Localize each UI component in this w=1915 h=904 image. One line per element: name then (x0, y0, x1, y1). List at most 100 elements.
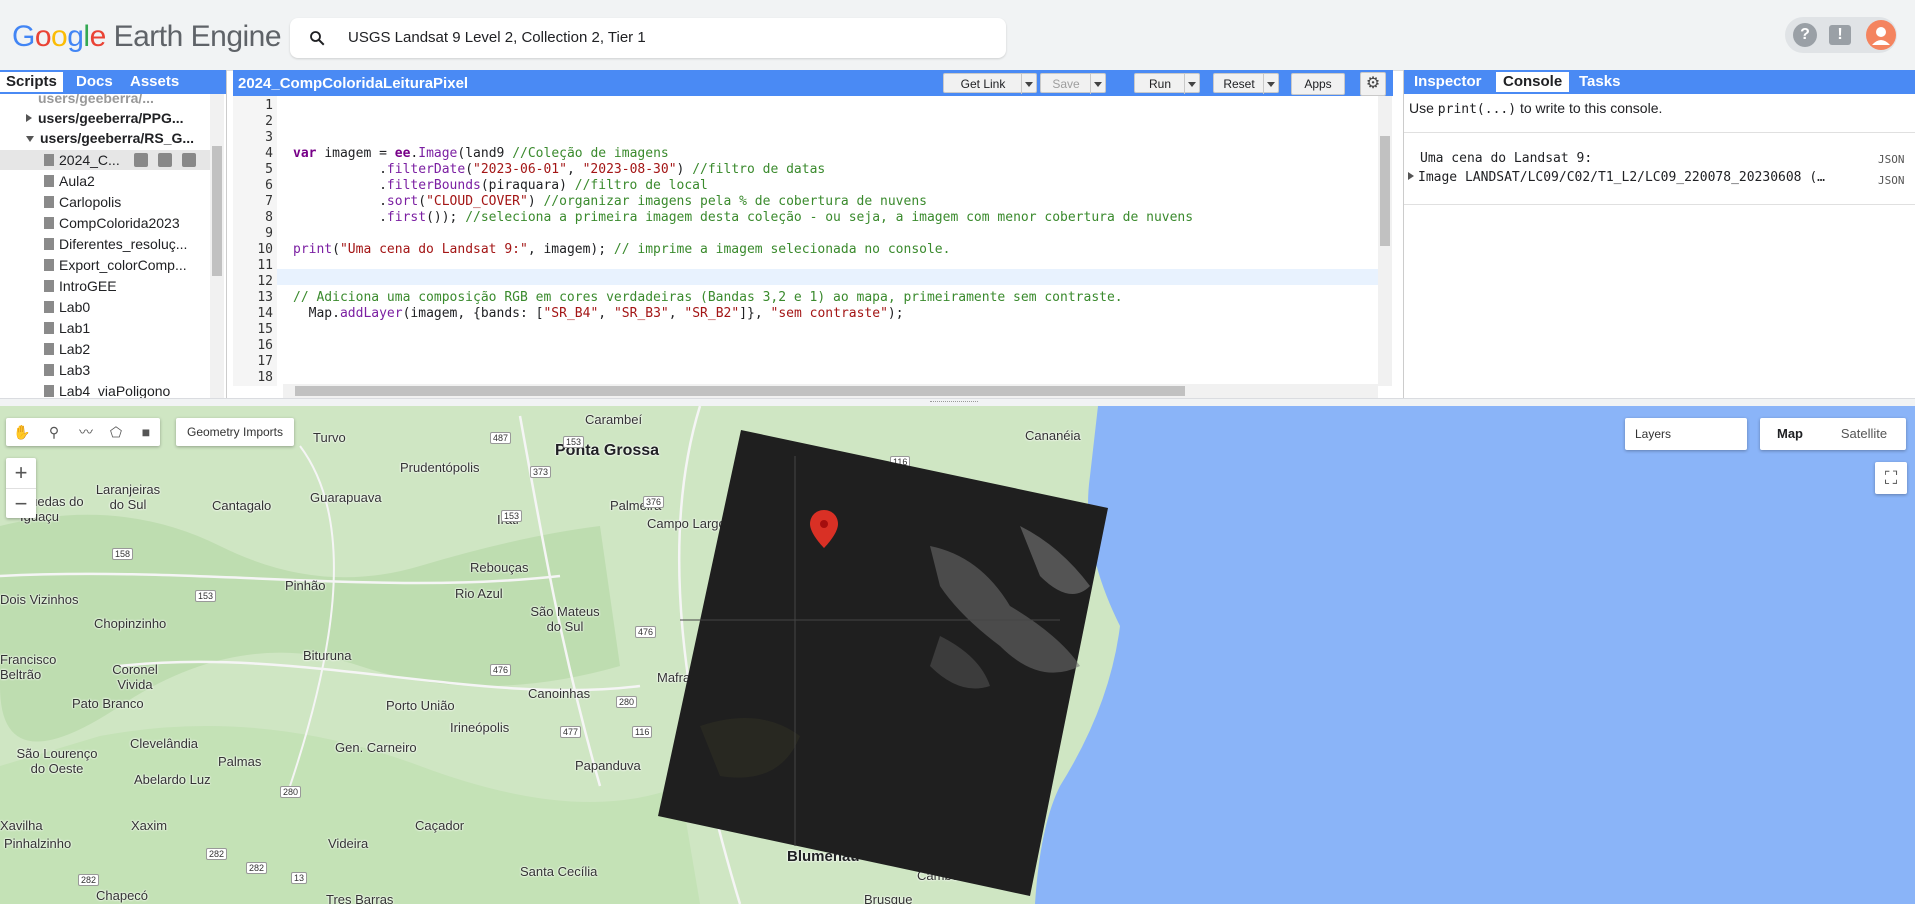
line-number: 18 (257, 370, 273, 385)
help-icon[interactable]: ? (1793, 23, 1817, 47)
apps-button[interactable]: Apps (1291, 73, 1345, 95)
code-line[interactable]: Map.addLayer(imagem, {bands: ["SR_B4", "… (293, 306, 904, 322)
file-icon (44, 343, 54, 355)
feedback-icon[interactable]: ! (1829, 25, 1851, 45)
tab-inspector[interactable]: Inspector (1407, 72, 1489, 92)
tab-docs[interactable]: Docs (70, 72, 119, 92)
script-tree: users/geeberra/... users/geeberra/PPG...… (0, 94, 210, 398)
tree-file[interactable]: CompColorida2023 (44, 213, 180, 233)
landsat-scene-layer (658, 430, 1108, 896)
right-panel-tabs: Inspector Console Tasks (1404, 70, 1915, 94)
tree-file[interactable]: Lab3 (44, 360, 90, 380)
line-number: 6 (265, 178, 273, 193)
file-icon (44, 364, 54, 376)
search-input[interactable]: USGS Landsat 9 Level 2, Collection 2, Ti… (348, 29, 646, 46)
tree-file[interactable]: Export_colorComp... (44, 255, 187, 275)
line-number: 1 (265, 98, 273, 113)
chevron-right-icon[interactable] (1408, 172, 1414, 180)
tab-assets[interactable]: Assets (124, 72, 185, 92)
file-icon (44, 154, 54, 166)
geometry-imports-button[interactable]: Geometry Imports (176, 418, 294, 446)
tree-file[interactable]: IntroGEE (44, 276, 117, 296)
line-number: 10 (257, 242, 273, 257)
tree-folder[interactable]: users/geeberra/PPG... (26, 108, 184, 128)
line-number: 14 (257, 306, 273, 321)
tree-file[interactable]: Carlopolis (44, 192, 121, 212)
console-output-image[interactable]: Image LANDSAT/LC09/C02/T1_L2/LC09_220078… (1408, 170, 1825, 185)
get-link-button[interactable]: Get Link (943, 73, 1037, 94)
tree-folder[interactable]: users/geeberra/... (38, 94, 154, 108)
tab-console[interactable]: Console (1496, 72, 1570, 92)
left-panel-tabs: Scripts Docs Assets (0, 70, 226, 94)
reset-button[interactable]: Reset (1213, 73, 1279, 94)
tree-file[interactable]: Diferentes_resoluç... (44, 234, 187, 254)
chevron-down-icon[interactable] (1090, 74, 1105, 94)
drawing-tools: ✋ ⚲ 〰 ⬠ ■ (6, 418, 160, 446)
tree-file[interactable]: Lab2 (44, 339, 90, 359)
json-link[interactable]: JSON (1878, 174, 1905, 187)
code-line[interactable]: .filterBounds(piraquara) //filtro de loc… (293, 178, 708, 194)
app-header: Google Earth Engine USGS Landsat 9 Level… (0, 0, 1915, 71)
map-type-satellite-button[interactable]: Satellite (1822, 418, 1906, 450)
code-line[interactable]: .filterDate("2023-06-01", "2023-08-30") … (293, 162, 825, 178)
line-number: 17 (257, 354, 273, 369)
google-earth-engine-logo[interactable]: Google Earth Engine (12, 20, 282, 54)
account-avatar[interactable] (1866, 20, 1896, 50)
code-area[interactable]: 1 2 3 4 5 6 7 8 9 10 11 12 13 14 15 16 1… (233, 96, 1378, 386)
map-type-map-button[interactable]: Map (1760, 418, 1820, 450)
tree-file[interactable]: Lab4_viaPoligono (44, 381, 170, 398)
console-hint: Use print(...) to write to this console. (1409, 100, 1663, 117)
editor-vertical-scrollbar[interactable] (1378, 96, 1392, 386)
file-icon (44, 217, 54, 229)
editor-hscroll-thumb[interactable] (295, 386, 1185, 396)
tree-file[interactable]: Lab1 (44, 318, 90, 338)
tree-folder[interactable]: users/geeberra/RS_G... (26, 128, 194, 148)
tab-tasks[interactable]: Tasks (1572, 72, 1627, 92)
tab-scripts[interactable]: Scripts (0, 72, 63, 92)
editor-horizontal-scrollbar[interactable] (283, 384, 1378, 398)
chevron-down-icon[interactable] (1263, 74, 1278, 94)
map-canvas[interactable]: Ponta Grossa Carambeí Turvo Prudentópoli… (0, 406, 1915, 904)
code-line[interactable]: print("Uma cena do Landsat 9:", imagem);… (293, 242, 950, 258)
line-number: 15 (257, 322, 273, 337)
tree-scroll-thumb[interactable] (212, 146, 222, 276)
code-line[interactable]: .first()); //seleciona a primeira imagem… (293, 210, 1193, 226)
point-marker-icon[interactable]: ⚲ (44, 422, 64, 442)
line-draw-icon[interactable]: 〰 (76, 422, 96, 442)
gear-icon[interactable]: ⚙ (1360, 72, 1386, 96)
json-link[interactable]: JSON (1878, 153, 1905, 166)
editor-scroll-thumb[interactable] (1380, 136, 1390, 246)
tree-file[interactable]: Aula2 (44, 171, 95, 191)
run-button[interactable]: Run (1134, 73, 1200, 94)
fullscreen-icon[interactable]: ⛶ (1875, 462, 1907, 494)
zoom-in-button[interactable]: + (6, 458, 36, 488)
delete-icon[interactable] (182, 153, 196, 167)
code-line[interactable]: // Adiciona uma composição RGB em cores … (293, 290, 1123, 306)
tree-file[interactable]: Lab0 (44, 297, 90, 317)
script-title: 2024_CompColoridaLeituraPixel (238, 75, 469, 92)
divider (1404, 204, 1915, 205)
chevron-down-icon[interactable] (1021, 74, 1036, 94)
rectangle-draw-icon[interactable]: ■ (136, 422, 156, 442)
edit-icon[interactable] (158, 153, 172, 167)
person-icon (1872, 27, 1890, 45)
save-button[interactable]: Save (1040, 73, 1106, 94)
file-icon (44, 301, 54, 313)
code-line[interactable]: var imagem = ee.Image(land9 //Coleção de… (293, 146, 669, 162)
console-panel: Inspector Console Tasks Use print(...) t… (1403, 70, 1915, 398)
console-output-text: Uma cena do Landsat 9: (1420, 151, 1593, 166)
line-number: 13 (257, 290, 273, 305)
file-icon (44, 196, 54, 208)
zoom-out-button[interactable]: − (6, 488, 36, 519)
line-number: 5 (265, 162, 273, 177)
layers-dropdown[interactable]: Layers (1625, 418, 1747, 450)
hand-pan-icon[interactable]: ✋ (12, 422, 32, 442)
chevron-down-icon[interactable] (1184, 74, 1199, 94)
line-number: 9 (265, 226, 273, 241)
polygon-draw-icon[interactable]: ⬠ (106, 422, 126, 442)
code-line[interactable]: .sort("CLOUD_COVER") //organizar imagens… (293, 194, 927, 210)
history-icon[interactable] (134, 153, 148, 167)
search-box[interactable]: USGS Landsat 9 Level 2, Collection 2, Ti… (290, 18, 1006, 58)
tree-scrollbar[interactable] (210, 94, 224, 398)
tree-file-selected[interactable]: 2024_C... (0, 150, 210, 170)
